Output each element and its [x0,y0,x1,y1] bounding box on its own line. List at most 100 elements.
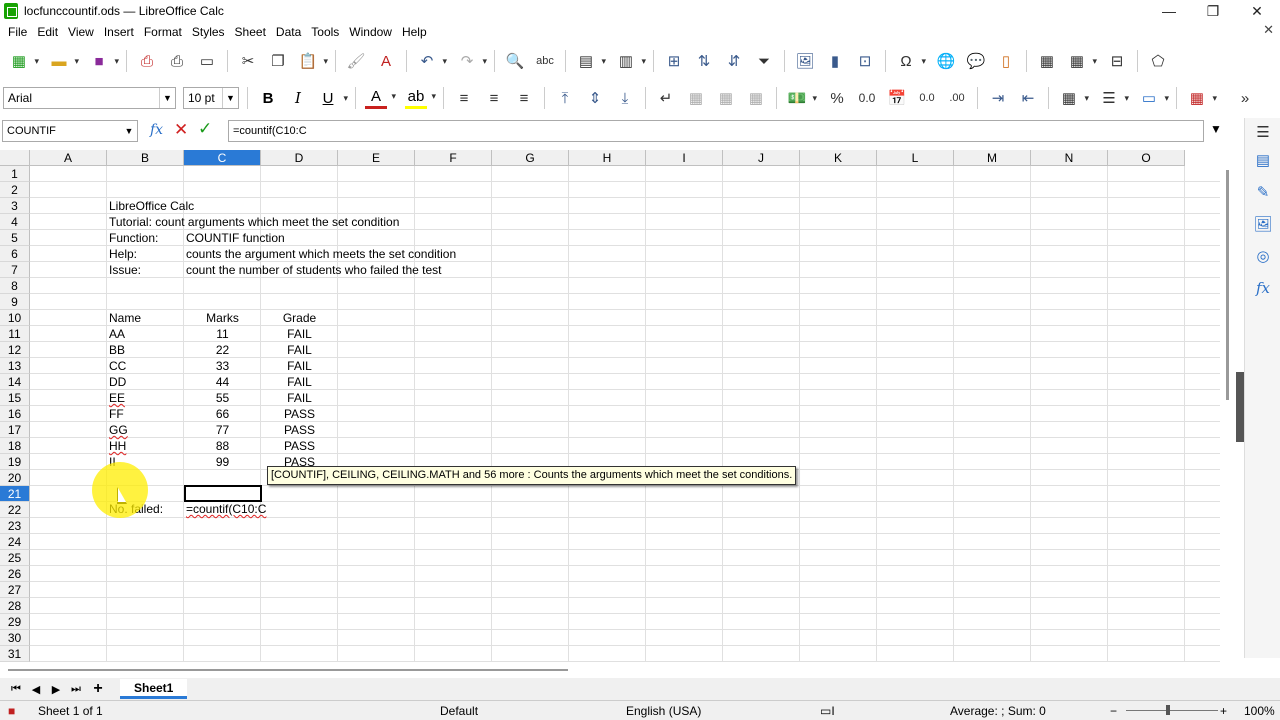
column-header-e[interactable]: E [338,150,415,166]
spelling-icon[interactable]: abc [534,50,556,72]
menu-sheet[interactable]: Sheet [230,25,271,39]
styles-icon[interactable]: ✎ [1253,182,1273,202]
table-row-marks[interactable]: 77 [184,422,261,438]
table-row-marks[interactable]: 55 [184,390,261,406]
column-header-b[interactable]: B [107,150,184,166]
export-pdf-icon[interactable]: ⎙ [136,50,158,72]
table-row-grade[interactable]: PASS [261,422,338,438]
zoom-out-icon[interactable]: − [1110,704,1117,718]
column-icon[interactable]: ▥ [615,50,646,72]
expand-formula-bar-icon[interactable]: ▼ [1210,122,1222,136]
merge-center-icon[interactable]: ▦ [685,87,707,109]
chevron-down-icon[interactable]: ▼ [159,88,175,108]
menu-format[interactable]: Format [139,25,187,39]
define-print-area-icon[interactable]: ▦ [1036,50,1058,72]
table-row-grade[interactable]: FAIL [261,342,338,358]
table-row-grade[interactable]: PASS [261,406,338,422]
document-modified-icon[interactable]: ■ [8,704,15,718]
show-draw-functions-icon[interactable]: ⬠ [1147,50,1169,72]
cell-b4[interactable]: Function: [107,230,160,246]
table-row-marks[interactable]: 11 [184,326,261,342]
column-header-j[interactable]: J [723,150,800,166]
cell-c5[interactable]: counts the argument which meets the set … [184,246,458,262]
row-header-29[interactable]: 29 [0,614,30,630]
align-right-icon[interactable]: ≡ [513,87,535,109]
gallery-icon[interactable]: 🖼 [1253,214,1273,234]
menu-insert[interactable]: Insert [99,25,139,39]
wrap-text-icon[interactable]: ↵ [655,87,677,109]
last-sheet-icon[interactable]: ⏭ [66,683,86,696]
split-window-icon[interactable]: ⊟ [1106,50,1128,72]
new-document-icon[interactable]: ▦ [8,50,39,72]
sidebar-collapse-handle[interactable] [1236,372,1244,442]
zoom-level[interactable]: 100% [1244,704,1275,718]
select-all-corner[interactable] [0,150,30,166]
conditional-format-icon[interactable]: ▦ [1186,87,1217,109]
tab-sheet1[interactable]: Sheet1 [120,679,188,699]
clone-formatting-icon[interactable]: 🖌 [345,50,367,72]
print-preview-icon[interactable]: ▭ [196,50,218,72]
header-grade[interactable]: Grade [261,310,338,326]
column-header-f[interactable]: F [415,150,492,166]
table-row-grade[interactable]: FAIL [261,326,338,342]
header-name[interactable]: Name [107,310,143,326]
row-header-5[interactable]: 5 [0,230,30,246]
menu-help[interactable]: Help [397,25,432,39]
row-header-25[interactable]: 25 [0,550,30,566]
previous-sheet-icon[interactable]: ◀ [26,683,46,696]
next-sheet-icon[interactable]: ▶ [46,683,66,696]
row-header-24[interactable]: 24 [0,534,30,550]
insert-image-icon[interactable]: 🖼 [794,50,816,72]
date-format-icon[interactable]: 📅 [886,87,908,109]
chevron-down-icon[interactable]: ▼ [222,88,238,108]
row-header-11[interactable]: 11 [0,326,30,342]
special-character-icon[interactable]: Ω [895,50,926,72]
column-header-h[interactable]: H [569,150,646,166]
table-row-grade[interactable]: FAIL [261,358,338,374]
zoom-slider[interactable] [1126,710,1218,711]
hyperlink-icon[interactable]: 🌐 [935,50,957,72]
row-header-18[interactable]: 18 [0,438,30,454]
cell-b5[interactable]: Help: [107,246,139,262]
row-header-31[interactable]: 31 [0,646,30,662]
first-sheet-icon[interactable]: ⏮ [6,683,26,696]
table-row-marks[interactable]: 44 [184,374,261,390]
save-icon[interactable]: ■ [88,50,119,72]
table-row-grade[interactable]: FAIL [261,390,338,406]
column-header-l[interactable]: L [877,150,954,166]
table-row-name[interactable]: FF [107,406,126,422]
horizontal-scrollbar[interactable] [0,662,1220,676]
row-header-22[interactable]: 22 [0,502,30,518]
row-header-16[interactable]: 16 [0,406,30,422]
row-header-30[interactable]: 30 [0,630,30,646]
column-header-o[interactable]: O [1108,150,1185,166]
sort-descending-icon[interactable]: ⇵ [723,50,745,72]
insert-chart-icon[interactable]: ▮ [824,50,846,72]
row-header-4[interactable]: 4 [0,214,30,230]
cancel-icon[interactable]: ✕ [174,120,188,140]
cell-c4[interactable]: COUNTIF function [184,230,287,246]
redo-icon[interactable]: ↷ [456,50,487,72]
add-decimal-button[interactable]: 0.0 [916,87,938,109]
selection-mode-icon[interactable]: ▭I [820,704,835,718]
row-header-17[interactable]: 17 [0,422,30,438]
column-header-k[interactable]: K [800,150,877,166]
navigator-icon[interactable]: ◎ [1253,246,1273,266]
column-header-m[interactable]: M [954,150,1031,166]
row-header-10[interactable]: 10 [0,310,30,326]
column-header-g[interactable]: G [492,150,569,166]
row-header-20[interactable]: 20 [0,470,30,486]
table-row-marks[interactable]: 99 [184,454,261,470]
maximize-button[interactable]: ❐ [1190,0,1236,22]
table-row-name[interactable]: GG [107,422,130,438]
sidebar-menu-icon[interactable]: ☰ [1253,122,1273,142]
center-vertically-icon[interactable]: ⇕ [584,87,606,109]
decrease-indent-icon[interactable]: ⇤ [1017,87,1039,109]
header-marks[interactable]: Marks [184,310,261,326]
header-footer-icon[interactable]: ▯ [995,50,1017,72]
merge-cells-icon[interactable]: ▦ [715,87,737,109]
increase-indent-icon[interactable]: ⇥ [987,87,1009,109]
undo-icon[interactable]: ↶ [416,50,447,72]
table-row-grade[interactable]: PASS [261,438,338,454]
row-header-19[interactable]: 19 [0,454,30,470]
